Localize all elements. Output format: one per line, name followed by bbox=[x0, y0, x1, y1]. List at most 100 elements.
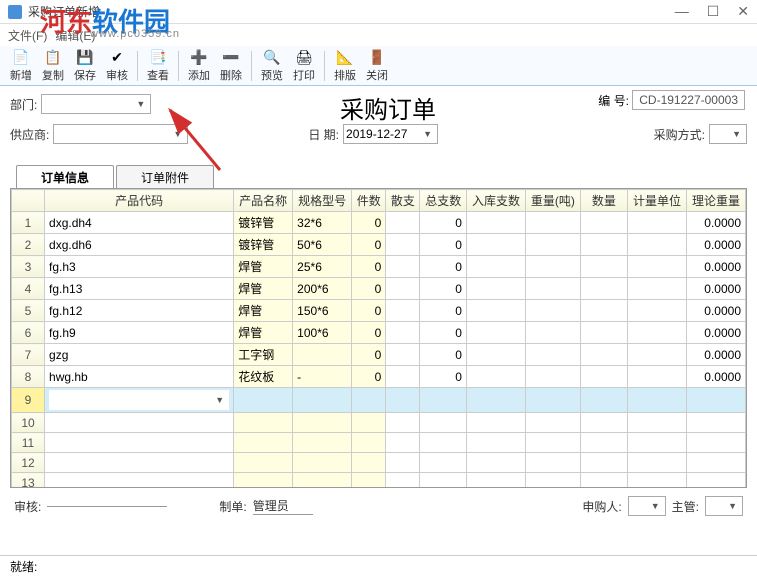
cell[interactable] bbox=[525, 433, 580, 453]
cell[interactable] bbox=[234, 433, 293, 453]
cell[interactable]: 焊管 bbox=[234, 300, 293, 322]
cell[interactable]: 0.0000 bbox=[686, 256, 745, 278]
cell[interactable] bbox=[580, 366, 627, 388]
cell[interactable] bbox=[293, 473, 352, 489]
cell[interactable] bbox=[628, 234, 687, 256]
cell[interactable] bbox=[580, 453, 627, 473]
cell[interactable] bbox=[580, 388, 627, 413]
table-row[interactable]: 1dxg.dh4镀锌管32*6000.0000 bbox=[12, 212, 746, 234]
data-grid[interactable]: 产品代码产品名称规格型号件数散支总支数入库支数重量(吨)数量计量单位理论重量 1… bbox=[10, 188, 747, 488]
cell[interactable]: 0.0000 bbox=[686, 322, 745, 344]
cell[interactable] bbox=[386, 278, 420, 300]
preview-button[interactable]: 🔍预览 bbox=[257, 48, 287, 84]
cell[interactable] bbox=[525, 256, 580, 278]
cell[interactable] bbox=[525, 366, 580, 388]
cell[interactable] bbox=[580, 256, 627, 278]
table-row[interactable]: 11 bbox=[12, 433, 746, 453]
cell[interactable] bbox=[466, 300, 525, 322]
cell[interactable] bbox=[386, 473, 420, 489]
cell[interactable]: dxg.dh4 bbox=[45, 212, 234, 234]
new-button[interactable]: 📄新增 bbox=[6, 48, 36, 84]
supplier-combo[interactable]: ▼ bbox=[53, 124, 188, 144]
cell[interactable]: hwg.hb bbox=[45, 366, 234, 388]
supervisor-combo[interactable]: ▼ bbox=[705, 496, 743, 516]
cell[interactable] bbox=[466, 256, 525, 278]
table-row[interactable]: 3fg.h3焊管25*6000.0000 bbox=[12, 256, 746, 278]
close-form-button[interactable]: 🚪关闭 bbox=[362, 48, 392, 84]
chevron-down-icon[interactable]: ▼ bbox=[729, 129, 744, 139]
date-combo[interactable]: ▼ bbox=[343, 124, 438, 144]
chevron-down-icon[interactable]: ▼ bbox=[725, 501, 740, 511]
cell[interactable]: 0 bbox=[352, 278, 386, 300]
cell[interactable] bbox=[45, 433, 234, 453]
cell[interactable] bbox=[293, 453, 352, 473]
cell[interactable] bbox=[466, 388, 525, 413]
cell[interactable] bbox=[386, 322, 420, 344]
cell[interactable] bbox=[293, 344, 352, 366]
cell[interactable]: fg.h9 bbox=[45, 322, 234, 344]
col-header[interactable]: 数量 bbox=[580, 190, 627, 212]
buymethod-combo[interactable]: ▼ bbox=[709, 124, 747, 144]
cell[interactable] bbox=[386, 433, 420, 453]
cell[interactable] bbox=[420, 388, 467, 413]
cell[interactable]: 0 bbox=[420, 212, 467, 234]
cell[interactable] bbox=[45, 473, 234, 489]
cell[interactable] bbox=[466, 212, 525, 234]
cell[interactable] bbox=[386, 344, 420, 366]
cell[interactable]: 0 bbox=[352, 300, 386, 322]
cell[interactable] bbox=[386, 300, 420, 322]
cell[interactable]: 0.0000 bbox=[686, 234, 745, 256]
cell[interactable]: 200*6 bbox=[293, 278, 352, 300]
cell[interactable] bbox=[466, 453, 525, 473]
cell[interactable]: 50*6 bbox=[293, 234, 352, 256]
cell[interactable] bbox=[45, 453, 234, 473]
cell[interactable]: 0 bbox=[352, 212, 386, 234]
cell[interactable] bbox=[580, 300, 627, 322]
cell[interactable]: 0 bbox=[420, 322, 467, 344]
cell[interactable] bbox=[525, 413, 580, 433]
cell[interactable] bbox=[466, 413, 525, 433]
cell[interactable] bbox=[420, 433, 467, 453]
table-row[interactable]: 4fg.h13焊管200*6000.0000 bbox=[12, 278, 746, 300]
cell[interactable] bbox=[525, 212, 580, 234]
table-row[interactable]: 5fg.h12焊管150*6000.0000 bbox=[12, 300, 746, 322]
cell[interactable]: 0.0000 bbox=[686, 344, 745, 366]
tab-order-info[interactable]: 订单信息 bbox=[16, 165, 114, 189]
col-header[interactable]: 规格型号 bbox=[293, 190, 352, 212]
cell[interactable] bbox=[293, 413, 352, 433]
cell[interactable]: 焊管 bbox=[234, 256, 293, 278]
col-header[interactable]: 件数 bbox=[352, 190, 386, 212]
cell[interactable]: 0.0000 bbox=[686, 212, 745, 234]
cell[interactable] bbox=[525, 473, 580, 489]
cell[interactable]: 0 bbox=[352, 344, 386, 366]
cell[interactable] bbox=[580, 212, 627, 234]
table-row-active[interactable]: 9▼ bbox=[12, 388, 746, 413]
cell[interactable] bbox=[525, 344, 580, 366]
cell[interactable]: 花纹板 bbox=[234, 366, 293, 388]
minimize-button[interactable]: — bbox=[675, 3, 689, 20]
cell[interactable]: 0.0000 bbox=[686, 300, 745, 322]
cell[interactable] bbox=[293, 388, 352, 413]
cell[interactable] bbox=[352, 473, 386, 489]
view-button[interactable]: 📑查看 bbox=[143, 48, 173, 84]
cell[interactable] bbox=[386, 212, 420, 234]
cell[interactable]: 0.0000 bbox=[686, 278, 745, 300]
cell[interactable] bbox=[525, 234, 580, 256]
menu-file[interactable]: 文件(F) bbox=[8, 27, 47, 44]
cell[interactable] bbox=[628, 300, 687, 322]
cell[interactable] bbox=[352, 453, 386, 473]
audit-button[interactable]: ✔审核 bbox=[102, 48, 132, 84]
cell[interactable] bbox=[466, 234, 525, 256]
cell[interactable] bbox=[580, 413, 627, 433]
cell[interactable]: 0.0000 bbox=[686, 366, 745, 388]
maximize-button[interactable]: ☐ bbox=[707, 3, 720, 20]
cell[interactable] bbox=[293, 433, 352, 453]
cell[interactable]: 0 bbox=[352, 322, 386, 344]
table-row[interactable]: 12 bbox=[12, 453, 746, 473]
cell[interactable] bbox=[628, 322, 687, 344]
buyer-combo[interactable]: ▼ bbox=[628, 496, 666, 516]
col-header[interactable]: 入库支数 bbox=[466, 190, 525, 212]
cell[interactable] bbox=[580, 473, 627, 489]
cell[interactable] bbox=[386, 413, 420, 433]
cell[interactable] bbox=[628, 212, 687, 234]
